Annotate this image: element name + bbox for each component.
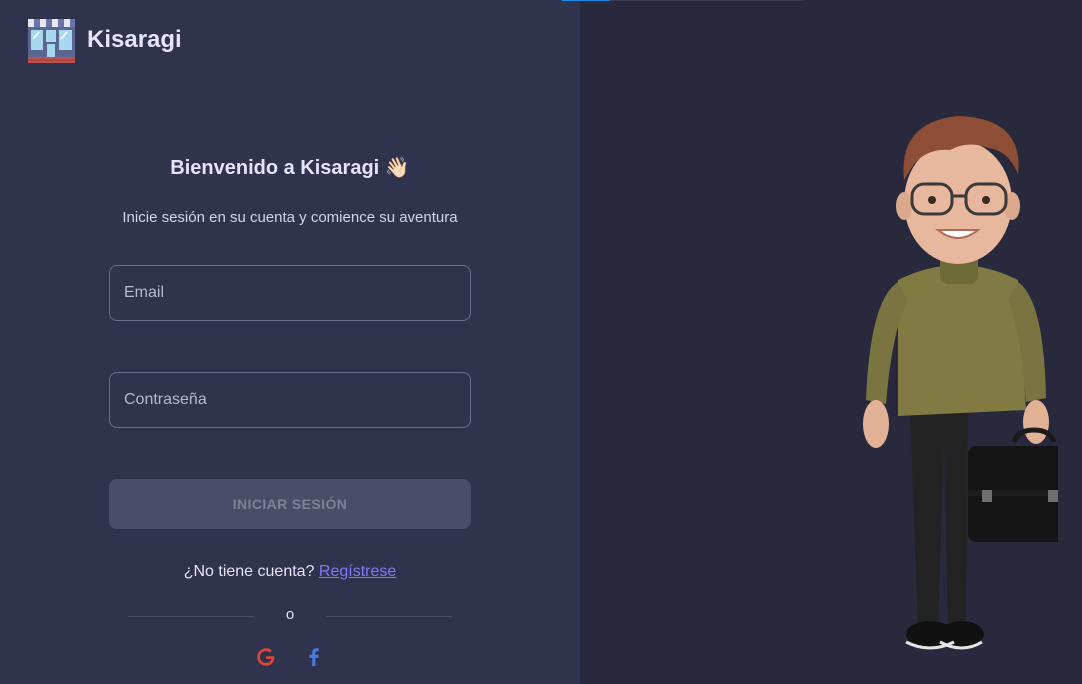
divider-text: o [285,606,295,623]
email-field[interactable] [109,265,471,321]
brand-name: Kisaragi [87,26,182,53]
register-row: ¿No tiene cuenta? Regístrese [109,563,471,581]
no-account-text: ¿No tiene cuenta? [183,563,315,580]
google-login-button[interactable] [254,645,278,669]
businessman-illustration [863,116,1058,650]
divider-line-left [128,616,254,617]
register-link[interactable]: Regístrese [319,563,396,580]
login-panel: Kisaragi Bienvenido a Kisaragi 👋🏻 Inicie… [0,0,580,684]
google-icon [257,648,275,666]
welcome-subtitle: Inicie sesión en su cuenta y comience su… [122,209,458,226]
facebook-login-button[interactable] [302,645,326,669]
facebook-icon [309,648,319,667]
login-button[interactable]: INICIAR SESIÓN [109,479,471,529]
top-progress-fill [562,0,611,1]
password-input[interactable] [110,373,470,427]
top-progress-bar [562,0,804,1]
welcome-title: Bienvenido a Kisaragi 👋🏻 [170,157,410,179]
storefront-icon [28,19,75,63]
password-field[interactable] [109,372,471,428]
brand[interactable]: Kisaragi [26,15,182,65]
email-input[interactable] [110,266,470,320]
illustration-panel [580,0,1082,684]
divider-line-right [326,616,452,617]
